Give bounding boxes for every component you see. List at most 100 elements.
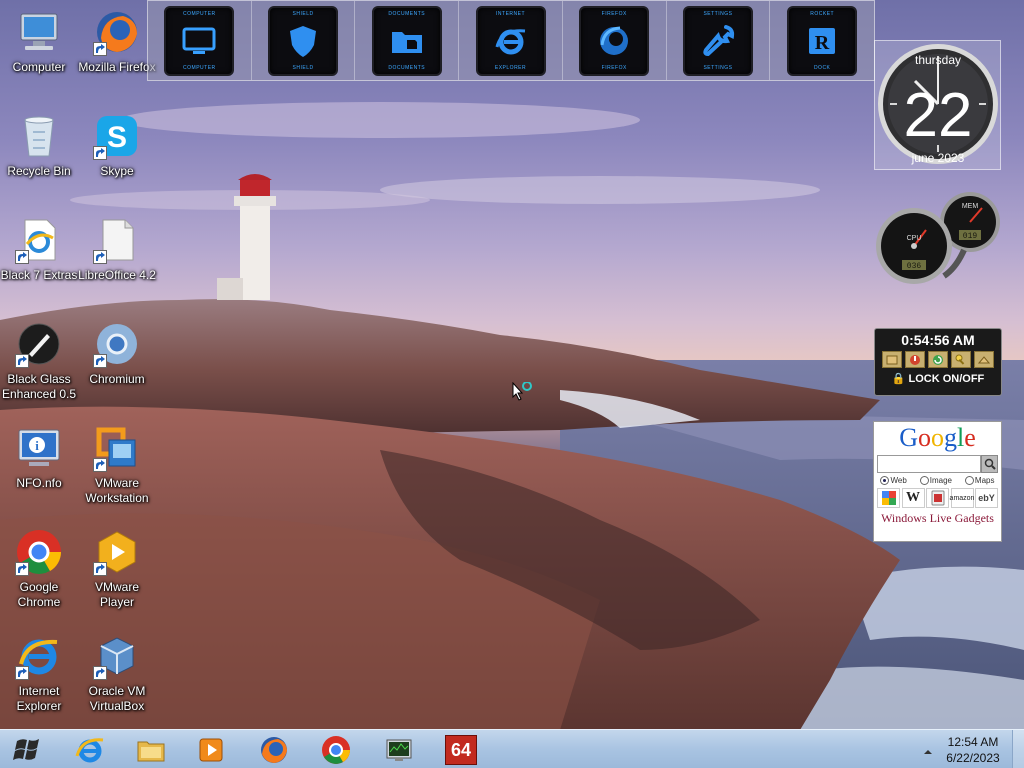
ebay-site-button[interactable]: ebY <box>975 488 998 508</box>
cpu-readout: 036 <box>907 262 922 271</box>
desktop-icon-skype[interactable]: S Skype <box>78 112 156 179</box>
launcher-documents-button[interactable]: DOCUMENTS DOCUMENTS <box>355 1 460 80</box>
lock-toggle[interactable]: 🔒 LOCK ON/OFF <box>875 372 1001 385</box>
desktop-icon-label: Black Glass Enhanced 0.5 <box>1 372 77 401</box>
firefox-icon <box>261 736 287 763</box>
show-hidden-icons-button[interactable] <box>923 744 933 754</box>
google-logo-letter: G <box>899 423 918 452</box>
task-manager-icon <box>386 739 412 761</box>
shortcut-arrow-icon <box>15 666 29 680</box>
clock-gadget[interactable]: thursday 22 june 2023 <box>874 40 1001 170</box>
launcher-caption-top: COMPUTER <box>183 10 216 17</box>
rocketdock-icon: ROCKET R DOCK <box>787 5 858 76</box>
wikipedia-site-button[interactable]: W <box>901 488 925 508</box>
desktop-icon-virtualbox[interactable]: Oracle VM VirtualBox <box>78 632 156 714</box>
desktop-icon-label: Google Chrome <box>17 580 61 609</box>
computer-icon <box>15 8 63 56</box>
google-search-button[interactable] <box>981 455 998 473</box>
radio-dot <box>919 476 929 485</box>
restart-button[interactable] <box>928 351 948 368</box>
google-logo: Google <box>874 423 1001 453</box>
shortcut-arrow-icon <box>93 42 107 56</box>
desktop-icon-computer[interactable]: Computer <box>0 8 78 75</box>
desktop-icon-nfo[interactable]: i NFO.nfo <box>0 424 78 491</box>
shortcut-arrow-icon <box>93 666 107 680</box>
system-clock[interactable]: 12:54 AM 6/22/2023 <box>940 734 1006 766</box>
start-button[interactable] <box>8 733 48 767</box>
desktop-icon-firefox[interactable]: Mozilla Firefox <box>78 8 156 75</box>
launcher-firefox-button[interactable]: FIREFOX FIREFOX <box>563 1 667 80</box>
amazon-site-button[interactable]: amazon <box>950 488 974 508</box>
internet-explorer-icon: INTERNET EXPLORER <box>475 5 546 76</box>
launcher-computer-button[interactable]: COMPUTER COMPUTER <box>148 1 252 80</box>
gadget-footer-link[interactable]: Windows Live Gadgets <box>874 511 1001 526</box>
black-glass-icon <box>15 320 63 368</box>
taskbar-explorer[interactable] <box>129 732 173 767</box>
libreoffice-icon <box>93 216 141 264</box>
chrome-icon <box>15 528 63 576</box>
monitor-icon: COMPUTER COMPUTER <box>164 5 235 76</box>
launcher-caption-top: FIREFOX <box>601 10 627 17</box>
aida64-label: 64 <box>450 739 472 760</box>
desktop-icon-vmware-player[interactable]: VMware Player <box>78 528 156 610</box>
timer-time: 0:54:56 AM <box>901 332 975 348</box>
desktop-icon-recycle-bin[interactable]: Recycle Bin <box>0 112 78 179</box>
desktop-icon-libreoffice[interactable]: LibreOffice 4.2 <box>78 216 156 283</box>
site-shortcuts: W amazon ebY <box>877 488 998 508</box>
logoff-button[interactable] <box>882 351 902 368</box>
youtube-site-button[interactable] <box>926 488 949 508</box>
shortcut-arrow-icon <box>93 354 107 368</box>
desktop-icon-black-7-extras[interactable]: Black 7 Extras <box>0 216 78 283</box>
desktop-icon-internet-explorer[interactable]: Internet Explorer <box>0 632 78 714</box>
magnifier-icon <box>984 458 996 470</box>
vmware-workstation-icon <box>93 424 141 472</box>
clock-day: 22 <box>904 81 973 150</box>
taskbar-internet-explorer[interactable] <box>68 732 112 767</box>
launcher-caption-bottom: SHIELD <box>292 64 314 71</box>
google-search-input[interactable] <box>877 455 981 473</box>
desktop-icon-black-glass[interactable]: Black Glass Enhanced 0.5 <box>0 320 78 402</box>
lock-button[interactable] <box>951 351 971 368</box>
cpu-meter-gadget[interactable]: MEM 019 CPU 036 <box>874 188 1002 288</box>
desktop-icon-label: Internet Explorer <box>16 684 62 713</box>
cpu-label: CPU <box>907 235 922 242</box>
radio-maps[interactable]: Maps <box>964 476 994 485</box>
padlock-icon: 🔒 <box>891 373 906 385</box>
taskbar-chrome[interactable] <box>314 732 358 767</box>
analog-clock-face: thursday 22 june 2023 <box>878 44 998 165</box>
taskbar-firefox[interactable] <box>252 732 296 767</box>
launcher-rocketdock-button[interactable]: ROCKET R DOCK <box>770 1 874 80</box>
launcher-settings-button[interactable]: SETTINGS SETTINGS <box>667 1 771 80</box>
radio-label: Web <box>890 476 907 485</box>
launcher-internet-explorer-button[interactable]: INTERNET EXPLORER <box>459 1 563 80</box>
mouse-cursor <box>512 381 534 411</box>
launcher-shield-button[interactable]: SHIELD SHIELD <box>252 1 356 80</box>
radio-image[interactable]: Image <box>919 476 952 485</box>
taskbar-media-player[interactable] <box>189 732 233 767</box>
taskbar-aida64[interactable]: 64 <box>439 732 483 767</box>
launcher-caption-bottom: SETTINGS <box>703 64 733 71</box>
sleep-button[interactable] <box>974 351 994 368</box>
shutdown-button[interactable] <box>905 351 925 368</box>
youtube-icon <box>931 490 944 506</box>
busy-cursor-icon <box>512 381 532 401</box>
chromium-icon <box>93 320 141 368</box>
skype-icon: S <box>93 112 141 160</box>
restart-icon <box>933 354 943 365</box>
taskbar-task-manager[interactable] <box>377 732 421 767</box>
desktop-icon-label: Mozilla Firefox <box>78 60 156 74</box>
google-site-button[interactable] <box>877 488 900 508</box>
desktop-icon-label: Black 7 Extras <box>0 268 78 282</box>
desktop-icon-label: Chromium <box>89 372 145 386</box>
desktop-icon-vmware-workstation[interactable]: VMware Workstation <box>78 424 156 506</box>
media-player-icon <box>199 738 223 761</box>
desktop-icon-chromium[interactable]: Chromium <box>78 320 156 387</box>
radio-web[interactable]: Web <box>880 476 907 485</box>
desktop-icon-google-chrome[interactable]: Google Chrome <box>0 528 78 610</box>
launcher-caption-top: INTERNET <box>496 10 526 17</box>
desktop-icon-label: VMware Workstation <box>85 476 149 505</box>
show-desktop-button[interactable] <box>1012 730 1024 768</box>
svg-text:i: i <box>35 438 39 453</box>
ie-file-icon <box>15 216 63 264</box>
launcher-caption-bottom: FIREFOX <box>601 64 627 71</box>
